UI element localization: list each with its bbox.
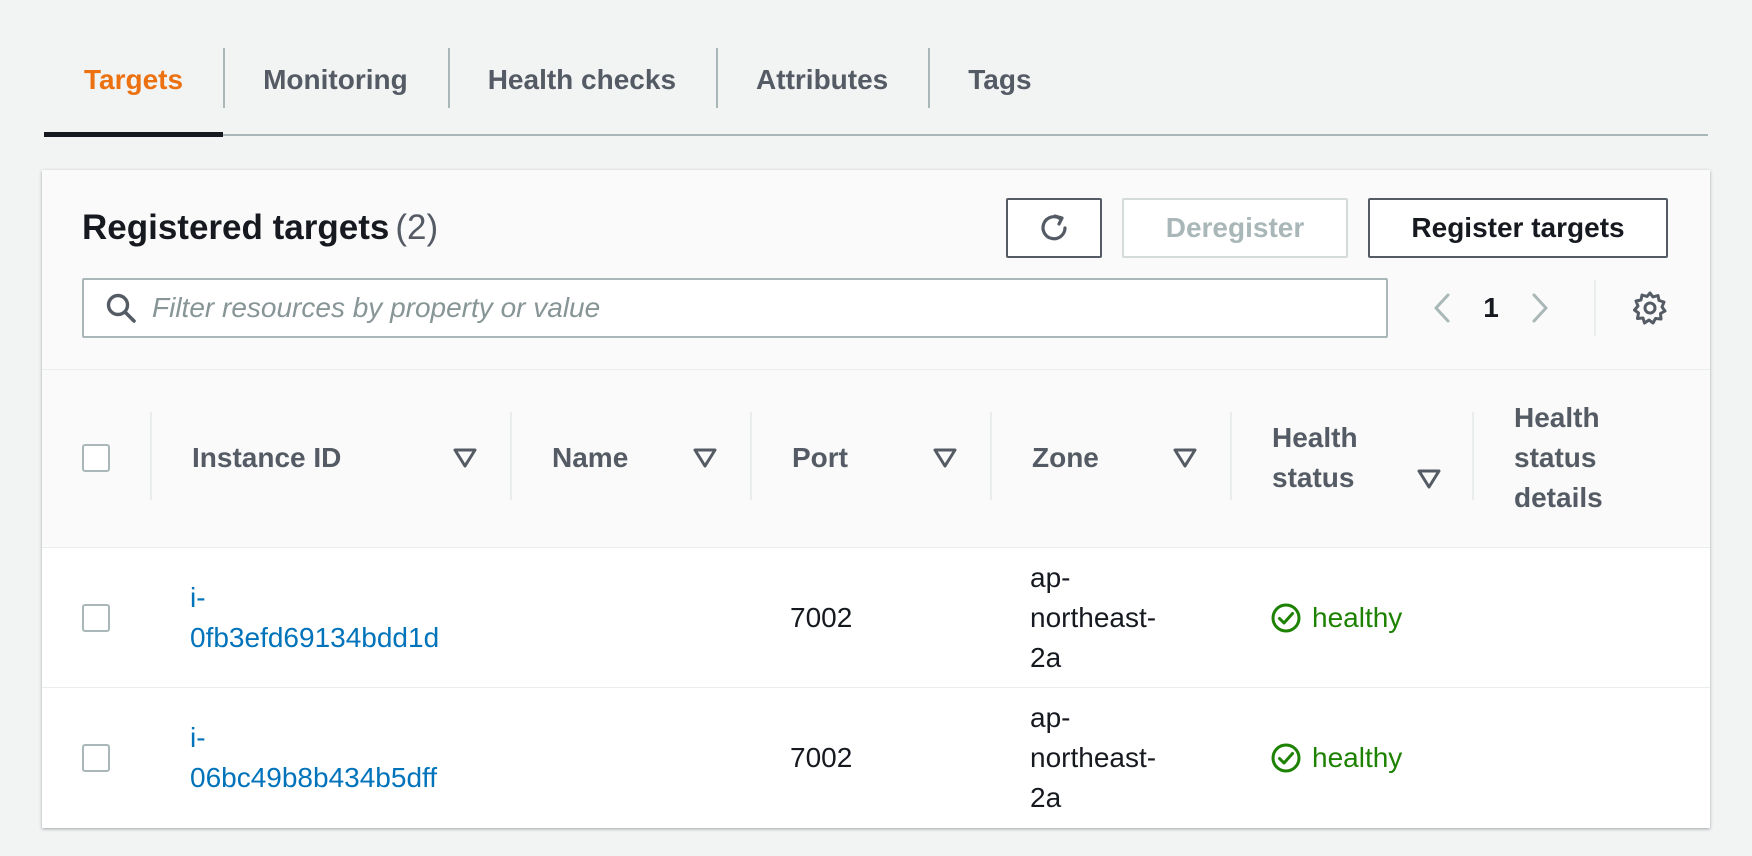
- instance-id-link[interactable]: i- 06bc49b8b434b5dff: [190, 718, 470, 798]
- row-checkbox[interactable]: [82, 744, 110, 772]
- column-divider: [1472, 412, 1474, 500]
- port-value: 7002: [790, 602, 853, 633]
- column-header-health-status[interactable]: Health status: [1272, 370, 1472, 548]
- zone-value: ap- northeast- 2a: [1030, 702, 1157, 813]
- current-page-number[interactable]: 1: [1462, 292, 1520, 324]
- tab-tags[interactable]: Tags: [928, 46, 1071, 134]
- column-header-name[interactable]: Name: [552, 370, 752, 548]
- health-status-text: healthy: [1312, 602, 1403, 633]
- panel-title-text: Registered targets: [82, 208, 390, 247]
- port-value: 7002: [790, 742, 853, 773]
- column-divider: [510, 412, 512, 500]
- check-circle-icon: [1271, 603, 1301, 633]
- search-icon: [106, 293, 136, 323]
- table-header: Instance ID Name Port Zone Health status…: [42, 370, 1710, 548]
- sort-icon[interactable]: [1172, 445, 1198, 471]
- column-divider: [990, 412, 992, 500]
- registered-targets-panel: Registered targets (2) Deregister Registe…: [42, 170, 1710, 828]
- sort-icon[interactable]: [932, 445, 958, 471]
- zone-value: ap- northeast- 2a: [1030, 562, 1157, 673]
- column-header-instance-id[interactable]: Instance ID: [192, 370, 512, 548]
- table-row: i- 0fb3efd69134bdd1d 7002 ap- northeast-…: [42, 548, 1710, 688]
- health-status-text: healthy: [1312, 742, 1403, 773]
- target-count: (2): [395, 208, 439, 247]
- tab-bar: Targets Monitoring Health checks Attribu…: [44, 46, 1708, 137]
- row-checkbox[interactable]: [82, 604, 110, 632]
- column-divider: [150, 412, 152, 500]
- column-divider: [1230, 412, 1232, 500]
- filter-search-box: [82, 278, 1388, 338]
- sort-icon[interactable]: [1416, 466, 1442, 492]
- panel-title: Registered targets (2): [82, 208, 438, 248]
- pagination: 1: [1422, 278, 1560, 338]
- tab-attributes[interactable]: Attributes: [716, 46, 928, 134]
- deregister-button[interactable]: Deregister: [1122, 198, 1348, 258]
- refresh-icon: [1041, 214, 1067, 241]
- next-page-button[interactable]: [1520, 278, 1560, 338]
- sort-icon[interactable]: [692, 445, 718, 471]
- tab-monitoring[interactable]: Monitoring: [223, 46, 448, 134]
- pagination-divider: [1594, 280, 1596, 336]
- tab-targets[interactable]: Targets: [44, 46, 224, 137]
- tab-health-checks[interactable]: Health checks: [447, 46, 716, 134]
- previous-page-button[interactable]: [1422, 278, 1462, 338]
- column-divider: [750, 412, 752, 500]
- sort-icon[interactable]: [452, 445, 478, 471]
- select-all-checkbox[interactable]: [82, 444, 110, 472]
- check-circle-icon: [1271, 743, 1301, 773]
- table-row: i- 06bc49b8b434b5dff 7002 ap- northeast-…: [42, 688, 1710, 828]
- filter-input[interactable]: [152, 280, 1386, 336]
- chevron-left-icon: [1434, 293, 1450, 323]
- instance-id-link[interactable]: i- 0fb3efd69134bdd1d: [190, 578, 470, 658]
- register-targets-button[interactable]: Register targets: [1368, 198, 1668, 258]
- panel-header: Registered targets (2) Deregister Registe…: [42, 170, 1710, 370]
- health-status: healthy: [1270, 738, 1402, 778]
- column-header-health-status-details: Health status details: [1514, 402, 1603, 513]
- column-header-zone[interactable]: Zone: [1032, 370, 1232, 548]
- column-header-port[interactable]: Port: [792, 370, 992, 548]
- refresh-button[interactable]: [1006, 198, 1102, 258]
- chevron-right-icon: [1532, 293, 1548, 323]
- gear-icon: [1633, 291, 1667, 325]
- table-settings-button[interactable]: [1630, 288, 1670, 328]
- health-status: healthy: [1270, 598, 1402, 638]
